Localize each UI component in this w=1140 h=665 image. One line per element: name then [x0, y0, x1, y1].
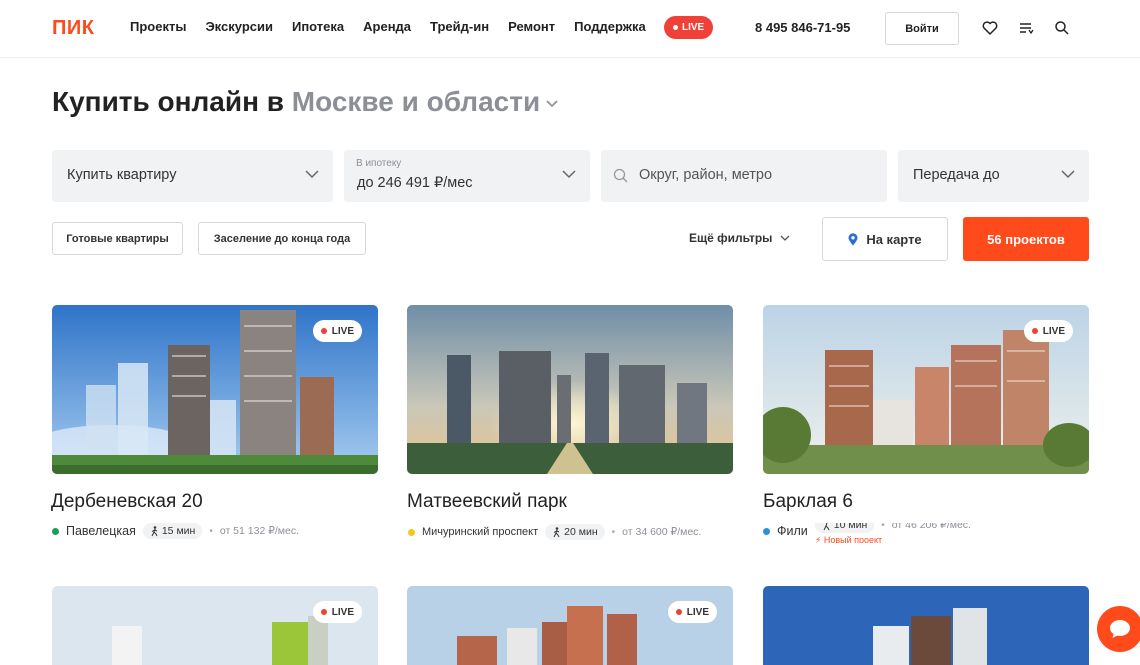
nav-excursions[interactable]: Экскурсии: [205, 19, 273, 34]
walk-minutes: 15 мин: [161, 525, 196, 537]
live-badge[interactable]: LIVE: [1023, 320, 1073, 342]
metro-station: Павелецкая: [66, 524, 136, 538]
project-image[interactable]: LIVE: [407, 586, 733, 665]
project-photo: [763, 586, 1089, 665]
live-dot-icon: [1031, 328, 1038, 334]
handover-select[interactable]: Передача до: [898, 150, 1089, 202]
location-search-field[interactable]: Округ, район, метро: [601, 150, 887, 202]
search-icon[interactable]: [1053, 19, 1071, 37]
nav-rent[interactable]: Аренда: [363, 19, 411, 34]
mortgage-value: до 246 491 ₽/мес: [357, 175, 473, 191]
metro-line-dot: [52, 527, 59, 535]
project-title[interactable]: Барклая 6: [763, 491, 853, 513]
map-button[interactable]: На карте: [822, 217, 948, 261]
more-filters-label: Ещё фильтры: [689, 231, 773, 245]
chevron-down-icon: [780, 235, 790, 241]
chevron-down-icon: [305, 170, 319, 179]
main-nav: Проекты Экскурсии Ипотека Аренда Трейд-и…: [130, 19, 665, 34]
live-dot-icon: [673, 25, 678, 30]
ready-apartments-chip[interactable]: Готовые квартиры: [52, 222, 183, 255]
chevron-down-icon: [1061, 170, 1075, 179]
live-badge[interactable]: LIVE: [312, 601, 362, 623]
nav-mortgage[interactable]: Ипотека: [292, 19, 344, 34]
walking-person-icon: [151, 525, 158, 536]
walking-person-icon: [823, 523, 830, 530]
project-image[interactable]: LIVE: [52, 305, 378, 474]
search-icon: [613, 168, 628, 183]
chevron-down-icon: [562, 170, 576, 179]
live-dot-icon: [320, 328, 327, 334]
nav-renovation[interactable]: Ремонт: [508, 19, 555, 34]
site-header: ПИК Проекты Экскурсии Ипотека Аренда Тре…: [0, 0, 1140, 58]
page-title: Купить онлайн в Москве и области: [52, 86, 558, 118]
map-pin-icon: [848, 232, 858, 245]
project-image[interactable]: LIVE: [763, 305, 1089, 474]
live-badge[interactable]: LIVE: [312, 320, 362, 342]
walking-person-icon: [553, 526, 560, 537]
mortgage-select[interactable]: В ипотеку до 246 491 ₽/мес: [344, 150, 590, 202]
live-badge[interactable]: LIVE: [667, 601, 717, 623]
live-dot-icon: [675, 609, 682, 615]
live-label: LIVE: [686, 606, 709, 618]
project-meta: Мичуринский проспект 20 мин • от 34 600 …: [408, 524, 701, 540]
city-selector[interactable]: Москве и области: [292, 86, 540, 117]
project-image[interactable]: [763, 586, 1089, 665]
separator-dot: •: [611, 526, 616, 538]
separator-dot: •: [209, 525, 213, 537]
location-placeholder: Округ, район, метро: [639, 167, 773, 183]
title-prefix: Купить онлайн в: [52, 86, 284, 117]
monthly-price: от 46 206 ₽/мес.: [891, 523, 971, 531]
new-project-badge: ⚡ Новый проект: [815, 535, 883, 543]
project-image[interactable]: LIVE: [52, 586, 378, 665]
chat-bubble-icon: [1110, 620, 1130, 638]
separator-dot: •: [881, 523, 885, 531]
monthly-price: от 51 132 ₽/мес.: [219, 525, 300, 537]
monthly-price: от 34 600 ₽/мес.: [622, 526, 702, 538]
settle-this-year-chip[interactable]: Заселение до конца года: [198, 222, 366, 255]
pik-logo[interactable]: ПИК: [52, 17, 94, 40]
live-badge[interactable]: LIVE: [664, 16, 714, 39]
walk-minutes: 10 мин: [833, 523, 868, 531]
mortgage-label: В ипотеку: [356, 158, 402, 169]
nav-projects[interactable]: Проекты: [130, 19, 186, 34]
walk-time: 10 мин: [814, 523, 875, 533]
project-photo: [407, 586, 733, 665]
metro-line-dot: [408, 528, 415, 536]
metro-line-dot: [763, 527, 770, 535]
chevron-down-icon[interactable]: [546, 100, 558, 108]
live-label: LIVE: [331, 325, 354, 337]
property-type-select[interactable]: Купить квартиру: [52, 150, 333, 202]
metro-station: Мичуринский проспект: [422, 526, 539, 538]
walk-time: 15 мин: [142, 523, 203, 539]
project-image[interactable]: [407, 305, 733, 474]
project-title[interactable]: Матвеевский парк: [407, 491, 567, 513]
more-filters-button[interactable]: Ещё фильтры: [689, 231, 790, 245]
live-dot-icon: [320, 609, 327, 615]
menu-icon[interactable]: [1017, 19, 1035, 37]
show-projects-button[interactable]: 56 проектов: [963, 217, 1089, 261]
map-button-label: На карте: [866, 231, 922, 247]
metro-station: Фили: [777, 524, 808, 538]
project-photo: [407, 305, 733, 474]
live-label: LIVE: [1042, 325, 1065, 337]
project-title[interactable]: Дербеневская 20: [51, 491, 203, 513]
login-button[interactable]: Войти: [885, 12, 959, 45]
new-project-label: Новый проект: [823, 535, 883, 543]
phone-number[interactable]: 8 495 846-71-95: [755, 20, 850, 35]
handover-value: Передача до: [913, 167, 1000, 183]
project-meta: Павелецкая 15 мин • от 51 132 ₽/мес.: [52, 523, 299, 539]
chat-button[interactable]: [1097, 606, 1140, 652]
nav-trade-in[interactable]: Трейд-ин: [430, 19, 489, 34]
walk-minutes: 20 мин: [564, 526, 598, 538]
live-label: LIVE: [331, 606, 354, 618]
nav-support[interactable]: Поддержка: [574, 19, 646, 34]
heart-icon[interactable]: [981, 19, 999, 37]
property-type-value: Купить квартиру: [67, 167, 177, 183]
live-label: LIVE: [682, 22, 705, 33]
walk-time: 20 мин: [545, 524, 605, 540]
project-photo: [52, 586, 378, 665]
